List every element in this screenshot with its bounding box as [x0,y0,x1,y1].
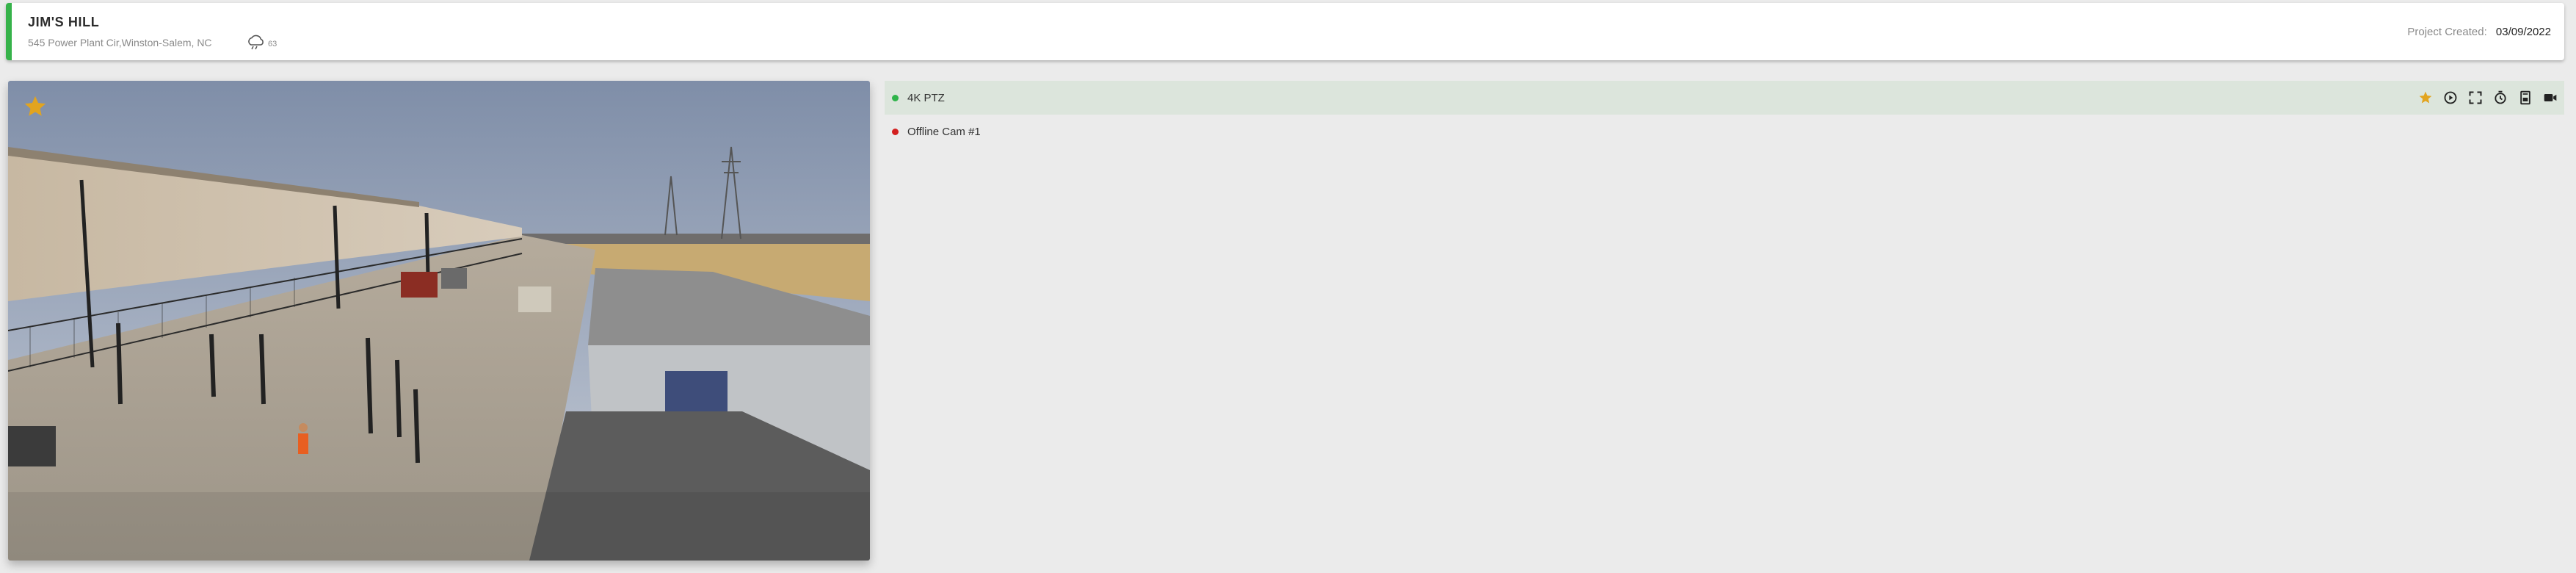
timelapse-icon [2495,90,2506,104]
record-button[interactable] [2542,90,2558,106]
project-title: JIM'S HILL [28,15,100,29]
cloud-rain-icon [248,35,264,50]
timelapse-button[interactable] [2492,90,2508,106]
status-offline-indicator [892,128,899,135]
project-created: Project Created: 03/09/2022 [2407,26,2551,38]
camera-live-view[interactable] [8,81,870,561]
play-icon [2444,91,2457,104]
report-icon [2520,90,2530,105]
status-online-indicator [892,94,899,101]
fullscreen-icon [2469,91,2482,104]
project-created-date: 03/09/2022 [2495,26,2551,38]
play-button[interactable] [2442,90,2459,106]
report-button[interactable] [2517,90,2533,106]
star-icon[interactable] [23,94,48,119]
camera-list: 4K PTZ Offline Cam #1 [885,81,2564,148]
camera-image [8,81,870,561]
star-icon [2419,91,2432,104]
fullscreen-button[interactable] [2467,90,2484,106]
project-created-label: Project Created: [2407,26,2487,38]
camera-toolbar [2417,81,2558,115]
weather-widget: 63 [247,35,277,51]
camera-name: Offline Cam #1 [907,125,981,138]
camera-name: 4K PTZ [907,91,945,104]
temperature: 63 [268,39,277,48]
camera-list-item[interactable]: Offline Cam #1 [885,115,2564,148]
video-camera-icon [2544,94,2557,101]
camera-list-item[interactable]: 4K PTZ [885,81,2564,115]
project-address: 545 Power Plant Cir,Winston-Salem, NC [28,37,212,48]
project-header: JIM'S HILL 545 Power Plant Cir,Winston-S… [6,3,2564,60]
favorite-button[interactable] [2417,90,2434,106]
